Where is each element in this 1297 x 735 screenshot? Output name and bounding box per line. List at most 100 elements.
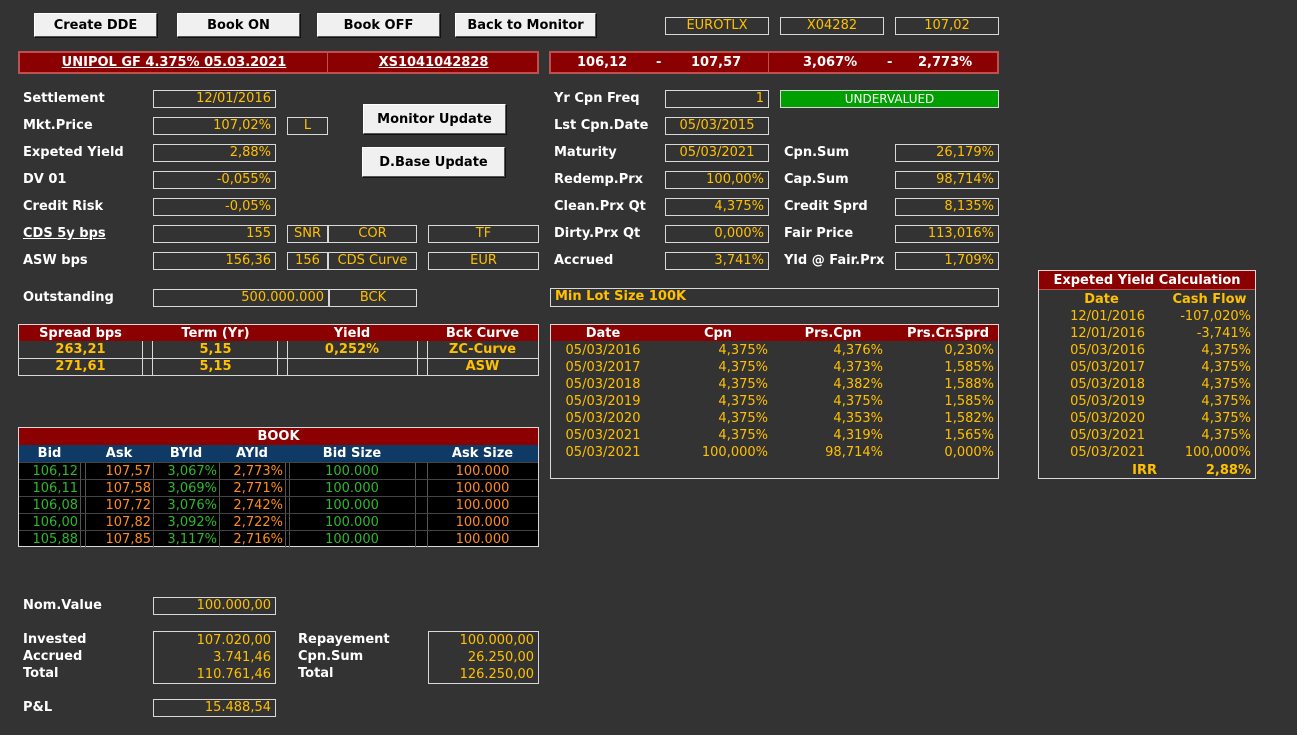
cpn-header: Cpn xyxy=(703,325,733,341)
date-header: Date xyxy=(585,325,621,341)
credit-risk-label: Credit Risk xyxy=(23,199,104,214)
bid-size-cell: 100.000 xyxy=(325,498,379,513)
valuation-status-badge: UNDERVALUED xyxy=(780,90,999,108)
ask-size-cell: 100.000 xyxy=(455,532,510,547)
spread-cell: 263,21 xyxy=(55,342,106,357)
prs-cpn-header: Prs.Cpn xyxy=(804,325,862,341)
yield-calc-title: Expeted Yield Calculation xyxy=(1039,271,1255,290)
redemption-price-label: Redemp.Prx xyxy=(554,172,644,187)
cds-tf-field: TF xyxy=(428,225,539,243)
yield-calc-date-cell: 12/01/2016 xyxy=(1070,326,1145,341)
nominal-value-label: Nom.Value xyxy=(23,598,102,613)
irr-label: IRR xyxy=(1132,463,1157,478)
yield-calc-cashflow-cell: -107,020% xyxy=(1180,309,1251,324)
prs-cpn-cell: 4,373% xyxy=(833,360,883,375)
table-row: 106,00 107,82 3,092% 2,722% 100.000 100.000 xyxy=(19,513,538,531)
credit-spread-field: 8,135% xyxy=(895,198,999,216)
yield-header: Yield xyxy=(333,325,371,341)
dirty-price-label: Dirty.Prx Qt xyxy=(554,226,641,241)
cpn-date-cell: 05/03/2020 xyxy=(565,411,641,426)
ask-header: Ask xyxy=(105,446,133,461)
prs-cr-sprd-cell: 1,582% xyxy=(944,411,994,426)
outstanding-field: 500.000.000 xyxy=(153,289,329,307)
asw-156-field: 156 xyxy=(287,252,328,270)
total-return-label: Total xyxy=(298,666,334,681)
byld-cell: 3,067% xyxy=(167,464,217,479)
yield-calc-cashflow-header: Cash Flow xyxy=(1172,292,1247,307)
coupon-table-header: Date Cpn Prs.Cpn Prs.Cr.Sprd xyxy=(551,325,998,341)
book-off-button[interactable]: Book OFF xyxy=(317,13,440,37)
market-field: EUROTLX xyxy=(665,17,769,35)
ayld-cell: 2,716% xyxy=(233,532,283,547)
bid-cell: 106,00 xyxy=(32,515,79,530)
spread-table: Spread bps Term (Yr) Yield Bck Curve 263… xyxy=(18,324,539,376)
clean-price-label: Clean.Prx Qt xyxy=(554,199,646,214)
settlement-label: Settlement xyxy=(23,91,105,106)
cpn-sum-field: 26,179% xyxy=(895,144,999,162)
book-header: Bid Ask BYld AYld Bid Size Ask Size xyxy=(19,445,538,462)
ask-size-cell: 100.000 xyxy=(455,481,510,496)
cpn-date-cell: 05/03/2018 xyxy=(565,377,641,392)
min-lot-size-field: Min Lot Size 100K xyxy=(550,288,999,307)
fair-price-field: 113,016% xyxy=(895,225,999,243)
spread-cell: 271,61 xyxy=(55,359,106,374)
bid-header: Bid xyxy=(37,446,62,461)
code-field: X04282 xyxy=(780,17,884,35)
bck-curve-header: Bck Curve xyxy=(445,325,520,341)
invested-label: Invested xyxy=(23,632,87,647)
term-header: Term (Yr) xyxy=(181,325,250,341)
cds-link[interactable]: CDS 5y bps xyxy=(23,226,106,241)
table-row: 106,11 107,58 3,069% 2,771% 100.000 100.000 xyxy=(19,479,538,497)
create-dde-button[interactable]: Create DDE xyxy=(34,13,157,37)
dbase-update-button[interactable]: D.Base Update xyxy=(362,147,505,177)
nominal-value-field[interactable]: 100.000,00 xyxy=(153,597,276,615)
bid-size-cell: 100.000 xyxy=(325,532,379,547)
cpn-date-cell: 05/03/2017 xyxy=(565,360,641,375)
ask-cell: 107,85 xyxy=(105,532,152,547)
cpn-cell: 4,375% xyxy=(718,343,768,358)
mkt-price-label: Mkt.Price xyxy=(23,118,93,133)
maturity-field: 05/03/2021 xyxy=(665,144,769,162)
prs-cpn-cell: 98,714% xyxy=(825,445,883,460)
cds-cor-field: COR xyxy=(328,225,417,243)
book-on-button[interactable]: Book ON xyxy=(177,13,300,37)
invested-value: 107.020,00 xyxy=(196,633,271,648)
yield-cell xyxy=(287,358,417,375)
total-cost-value: 110.761,46 xyxy=(196,667,271,682)
term-cell: 5,15 xyxy=(199,342,232,357)
prs-cr-sprd-cell: 0,000% xyxy=(944,445,994,460)
yield-calc-date-cell: 05/03/2021 xyxy=(1070,428,1145,443)
byld-cell: 3,092% xyxy=(167,515,217,530)
monitor-update-button[interactable]: Monitor Update xyxy=(363,104,506,134)
cpn-cell: 4,375% xyxy=(718,428,768,443)
accrued-amount-value: 3.741,46 xyxy=(213,650,271,665)
asw-ccy-field: EUR xyxy=(428,252,539,270)
quote-bid: 106,12 xyxy=(577,55,628,70)
credit-spread-label: Credit Sprd xyxy=(784,199,868,214)
security-name[interactable]: UNIPOL GF 4.375% 05.03.2021 xyxy=(20,55,328,70)
bid-cell: 106,08 xyxy=(32,498,79,513)
mkt-flag-field: L xyxy=(287,117,328,135)
cpn-date-cell: 05/03/2016 xyxy=(565,343,641,358)
last-cpn-date-label: Lst Cpn.Date xyxy=(554,118,649,133)
back-to-monitor-button[interactable]: Back to Monitor xyxy=(455,13,596,37)
dv01-field: -0,055% xyxy=(153,171,276,189)
cpn-cell: 4,375% xyxy=(718,411,768,426)
cost-box: 107.020,00 3.741,46 110.761,46 xyxy=(153,631,276,684)
irr-value: 2,88% xyxy=(1205,463,1251,478)
yield-calc-panel: Expeted Yield Calculation Date Cash Flow… xyxy=(1038,270,1256,479)
security-isin[interactable]: XS1041042828 xyxy=(328,55,539,70)
settlement-field: 12/01/2016 xyxy=(153,90,276,108)
prs-cpn-cell: 4,375% xyxy=(833,394,883,409)
prs-cr-sprd-header: Prs.Cr.Sprd xyxy=(906,325,990,341)
bid-size-cell: 100.000 xyxy=(325,481,379,496)
ayld-cell: 2,742% xyxy=(233,498,283,513)
yield-calc-cashflow-cell: 4,375% xyxy=(1201,360,1251,375)
cpn-cell: 4,375% xyxy=(718,377,768,392)
yield-calc-date-cell: 05/03/2019 xyxy=(1070,394,1145,409)
cpn-sum-label: Cpn.Sum xyxy=(784,145,850,160)
yield-calc-cashflow-cell: 4,375% xyxy=(1201,377,1251,392)
outstanding-label: Outstanding xyxy=(23,290,114,305)
quote-bid-yield: 3,067% xyxy=(803,55,858,70)
yield-calc-date-header: Date xyxy=(1084,292,1119,307)
